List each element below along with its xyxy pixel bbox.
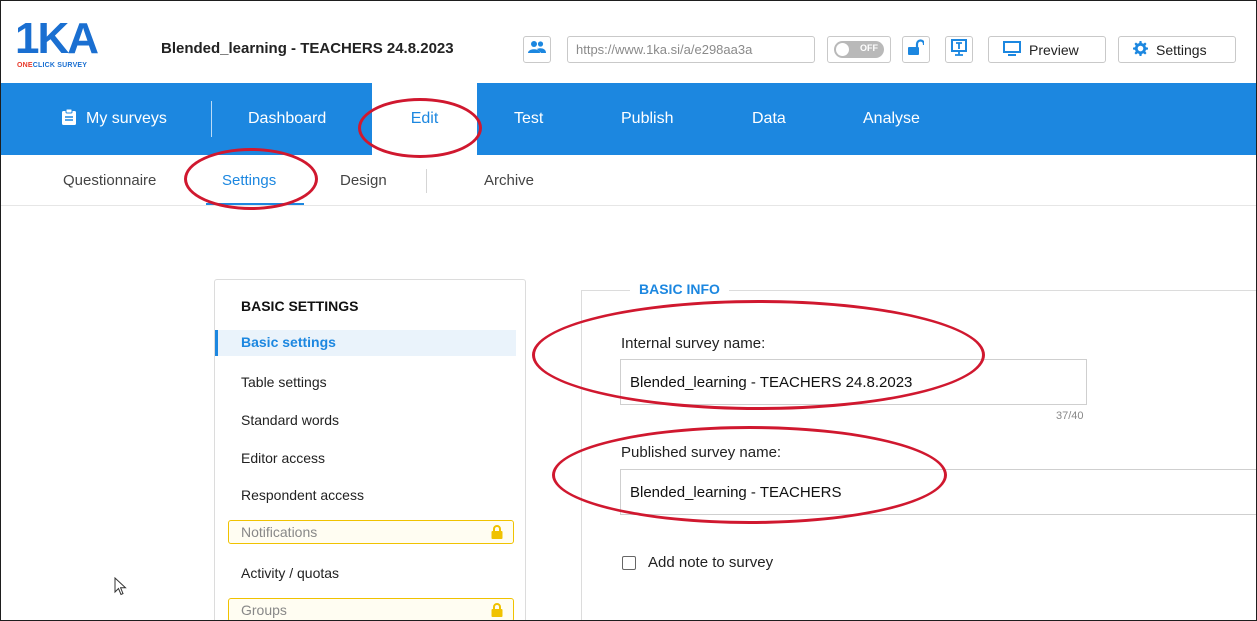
sidebar-item-label: Basic settings — [241, 334, 336, 350]
sidebar-item-groups[interactable]: Groups — [228, 598, 514, 620]
unlock-icon — [908, 38, 926, 61]
nav-my-surveys[interactable]: My surveys — [62, 83, 167, 155]
nav-label: Dashboard — [248, 110, 327, 127]
basic-info-legend: BASIC INFO — [630, 281, 729, 297]
lock-button[interactable] — [902, 36, 930, 63]
nav-dashboard[interactable]: Dashboard — [248, 83, 326, 155]
nav-analyse[interactable]: Analyse — [863, 83, 920, 155]
active-tab-indicator — [206, 203, 304, 205]
nav-publish[interactable]: Publish — [621, 83, 673, 155]
logo[interactable]: 1KA ONECLICK SURVEY — [15, 17, 125, 77]
sidebar-item-basic-settings[interactable]: Basic settings — [215, 330, 516, 356]
tab-settings[interactable]: Settings — [222, 172, 276, 189]
presentation-icon — [951, 38, 967, 61]
logo-mark: 1KA — [15, 14, 99, 63]
sidebar-item-standard-words[interactable]: Standard words — [241, 412, 339, 428]
nav-data[interactable]: Data — [752, 83, 786, 155]
sidebar-item-label: Notifications — [241, 524, 318, 540]
nav-label: Data — [752, 110, 786, 127]
sidebar-item-notifications[interactable]: Notifications — [228, 520, 514, 544]
sidebar-heading: BASIC SETTINGS — [241, 298, 359, 314]
nav-label: My surveys — [86, 110, 167, 127]
published-name-label: Published survey name: — [621, 444, 782, 461]
users-icon — [528, 40, 546, 59]
preview-label: Preview — [1029, 41, 1079, 58]
survey-active-toggle[interactable]: OFF — [827, 36, 891, 63]
internal-name-label: Internal survey name: — [621, 335, 766, 352]
sidebar-item-activity-quotas[interactable]: Activity / quotas — [241, 565, 339, 581]
internal-name-counter: 37/40 — [1056, 410, 1084, 422]
published-name-input[interactable]: Blended_learning - TEACHERS — [620, 469, 1256, 515]
settings-button[interactable]: Settings — [1118, 36, 1236, 63]
nav-label: Analyse — [863, 110, 920, 127]
sub-nav: Questionnaire Settings Design Archive — [1, 155, 1256, 206]
survey-title: Blended_learning - TEACHERS 24.8.2023 — [161, 40, 454, 57]
monitor-icon — [1003, 40, 1021, 59]
lock-icon — [491, 525, 503, 544]
logo-sub-a: ONE — [17, 62, 33, 69]
gear-icon — [1133, 40, 1148, 59]
preview-button[interactable]: Preview — [988, 36, 1106, 63]
nav-label: Test — [514, 110, 544, 127]
settings-label: Settings — [1156, 41, 1207, 58]
top-header: 1KA ONECLICK SURVEY Blended_learning - T… — [1, 1, 1256, 83]
tab-design[interactable]: Design — [340, 172, 387, 189]
sidebar-item-label: Groups — [241, 602, 287, 618]
nav-label: Edit — [410, 110, 439, 127]
sidebar-item-editor-access[interactable]: Editor access — [241, 450, 325, 466]
tab-questionnaire[interactable]: Questionnaire — [63, 172, 156, 189]
nav-label: Publish — [621, 110, 674, 127]
nav-divider — [211, 101, 212, 137]
sidebar-item-respondent-access[interactable]: Respondent access — [241, 487, 364, 503]
mouse-cursor-icon — [114, 576, 127, 601]
toggle-label: OFF — [860, 43, 878, 53]
lock-icon — [491, 603, 503, 620]
add-note-label: Add note to survey — [648, 554, 774, 571]
sidebar-item-table-settings[interactable]: Table settings — [241, 374, 327, 390]
nav-test[interactable]: Test — [514, 83, 543, 155]
settings-sidebar: BASIC SETTINGS Basic settings Table sett… — [214, 279, 526, 620]
collaborators-button[interactable] — [523, 36, 551, 63]
main-nav: My surveys Dashboard Edit Test Publish D… — [1, 83, 1256, 155]
nav-edit[interactable]: Edit — [372, 83, 477, 155]
tab-archive[interactable]: Archive — [484, 172, 534, 189]
presentation-button[interactable] — [945, 36, 973, 63]
internal-name-input[interactable]: Blended_learning - TEACHERS 24.8.2023 — [620, 359, 1087, 405]
app-window: 1KA ONECLICK SURVEY Blended_learning - T… — [0, 0, 1257, 621]
subnav-divider — [426, 169, 427, 193]
logo-sub-b: CLICK SURVEY — [32, 62, 88, 69]
survey-url-field[interactable]: https://www.1ka.si/a/e298aa3a — [567, 36, 815, 63]
clipboard-icon — [62, 83, 76, 155]
add-note-checkbox[interactable] — [622, 556, 636, 570]
